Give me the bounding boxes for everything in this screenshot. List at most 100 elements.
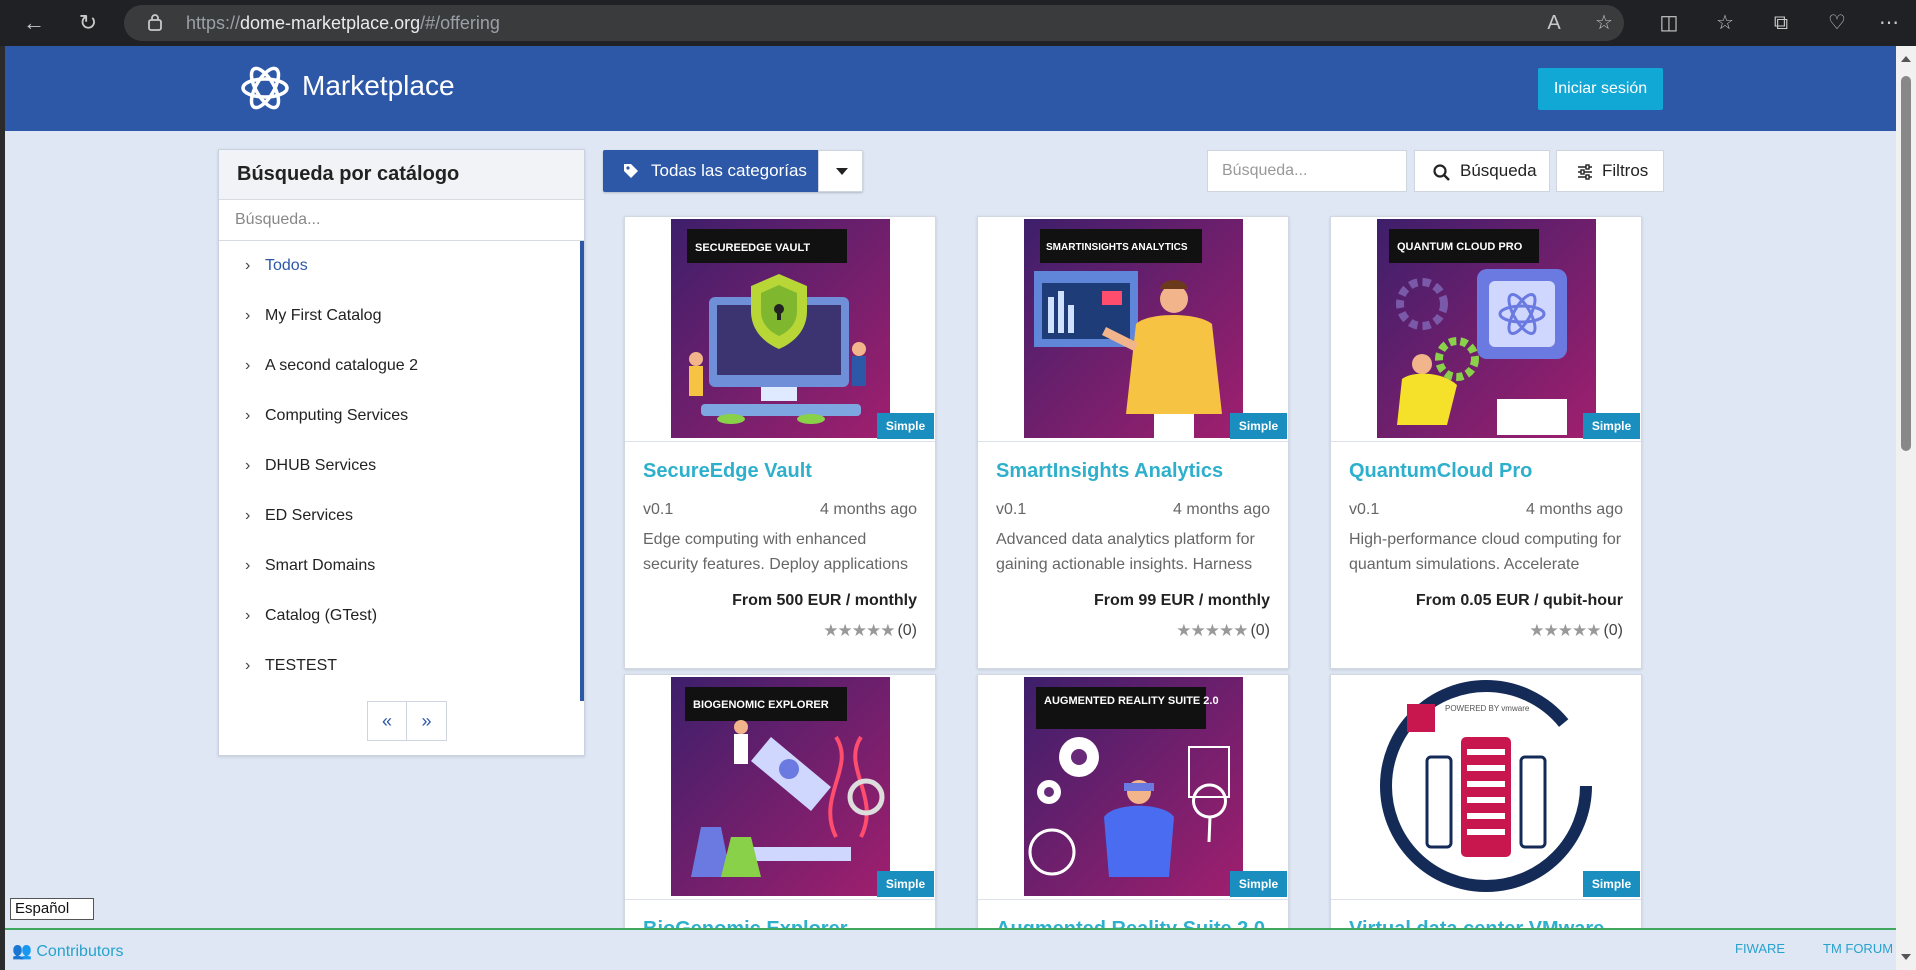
catalog-search-input[interactable]: Búsqueda...: [219, 200, 584, 241]
offering-title[interactable]: SmartInsights Analytics: [996, 460, 1223, 483]
offering-card[interactable]: BIOGENOMIC EXPLORER Simple BioGenomic Ex…: [624, 674, 936, 944]
page-scrollbar[interactable]: [1896, 46, 1916, 970]
sidebar-item-ed-services[interactable]: › ED Services: [219, 491, 580, 541]
address-bar[interactable]: https://dome-marketplace.org/#/offering: [124, 5, 1624, 41]
offering-title[interactable]: SecureEdge Vault: [643, 460, 812, 483]
offering-description: High-performance cloud computing for qua…: [1349, 531, 1622, 573]
category-dropdown[interactable]: Todas las categorías: [603, 150, 863, 192]
offering-price: From 99 EUR / monthly: [1093, 592, 1270, 609]
chevron-right-icon: ›: [245, 357, 251, 374]
sidebar-item-smart-domains[interactable]: › Smart Domains: [219, 541, 580, 591]
sidebar-item-computing-services[interactable]: › Computing Services: [219, 391, 580, 441]
offering-card[interactable]: SECUREEDGE VAULT Simple SecureEdge Vault…: [624, 216, 936, 669]
offering-artwork: SMARTINSIGHTS ANALYTICS: [1024, 219, 1243, 438]
offering-rating: ★★★★★ (0): [1529, 621, 1623, 640]
art-title: POWERED BY vmware: [1445, 704, 1530, 713]
favorites-icon[interactable]: ☆: [1712, 10, 1738, 36]
chevron-right-icon: ›: [245, 457, 251, 474]
catalog-list: › Todos › My First Catalog › A second catal…: [219, 241, 584, 701]
chevron-right-icon: ›: [245, 507, 251, 524]
type-badge: Simple: [1583, 413, 1640, 439]
catalog-sidebar: Búsqueda por catálogo Búsqueda... › Todos…: [218, 149, 585, 756]
chevron-right-icon: ›: [245, 257, 251, 274]
star-rating-icon: ★★★★★: [1529, 621, 1601, 640]
pager-prev-button[interactable]: «: [367, 701, 407, 741]
offering-image: AUGMENTED REALITY SUITE 2.0 Simple: [978, 675, 1288, 900]
offering-artwork: SECUREEDGE VAULT: [671, 219, 890, 438]
offering-artwork: POWERED BY vmware: [1377, 677, 1596, 896]
caret-down-icon[interactable]: [818, 150, 863, 192]
art-title: AUGMENTED REALITY SUITE 2.0: [1044, 695, 1219, 707]
pager-next-button[interactable]: »: [407, 701, 447, 741]
offering-image: SECUREEDGE VAULT Simple: [625, 217, 935, 442]
art-title: SECUREEDGE VAULT: [695, 242, 810, 254]
offering-artwork: BIOGENOMIC EXPLORER: [671, 677, 890, 896]
collections-icon[interactable]: ⧉: [1768, 10, 1794, 36]
offering-card[interactable]: QUANTUM CLOUD PRO Simple QuantumCloud Pr…: [1330, 216, 1642, 669]
fiware-link[interactable]: FIWARE: [1735, 941, 1785, 956]
sidebar-item-my-first-catalog[interactable]: › My First Catalog: [219, 291, 580, 341]
offering-description: Advanced data analytics platform for gai…: [996, 531, 1255, 573]
art-title: SMARTINSIGHTS ANALYTICS: [1046, 242, 1188, 253]
refresh-icon[interactable]: ↻: [72, 8, 104, 38]
search-button[interactable]: Búsqueda: [1414, 150, 1550, 192]
lock-icon: [148, 14, 162, 31]
chevron-right-icon: ›: [245, 657, 251, 674]
read-aloud-icon[interactable]: A: [1541, 10, 1567, 36]
health-icon[interactable]: ♡: [1824, 10, 1850, 36]
search-input[interactable]: Búsqueda...: [1207, 150, 1407, 192]
back-icon[interactable]: ←: [18, 8, 50, 38]
star-icon[interactable]: ☆: [1591, 10, 1617, 36]
offering-description: Edge computing with enhanced security fe…: [643, 531, 909, 573]
sidebar-title: Búsqueda por catálogo: [219, 150, 584, 200]
offering-card[interactable]: AUGMENTED REALITY SUITE 2.0 Simple Augme…: [977, 674, 1289, 944]
offering-card[interactable]: SMARTINSIGHTS ANALYTICS Simple SmartInsi…: [977, 216, 1289, 669]
offering-price: From 500 EUR / monthly: [732, 592, 917, 609]
offering-title[interactable]: QuantumCloud Pro: [1349, 460, 1532, 483]
offering-image: QUANTUM CLOUD PRO Simple: [1331, 217, 1641, 442]
language-select[interactable]: Español: [10, 898, 94, 920]
offering-version: v0.1: [1349, 501, 1380, 518]
offering-rating: ★★★★★ (0): [1176, 621, 1270, 640]
sidebar-item-catalog-gtest[interactable]: › Catalog (GTest): [219, 591, 580, 641]
tmforum-link[interactable]: TM FORUM: [1823, 941, 1893, 956]
type-badge: Simple: [877, 413, 934, 439]
offering-age: 4 months ago: [820, 501, 917, 518]
sidebar-item-dhub-services[interactable]: › DHUB Services: [219, 441, 580, 491]
users-icon: 👥: [12, 943, 32, 960]
type-badge: Simple: [1230, 413, 1287, 439]
site-footer: 👥 Contributors FIWARE TM FORUM: [5, 928, 1896, 970]
offering-age: 4 months ago: [1173, 501, 1270, 518]
login-button[interactable]: Iniciar sesión: [1538, 68, 1663, 110]
sliders-icon: [1578, 164, 1592, 180]
tag-icon: [624, 164, 638, 178]
brand-title[interactable]: Marketplace: [302, 70, 455, 102]
offering-age: 4 months ago: [1526, 501, 1623, 518]
offering-artwork: QUANTUM CLOUD PRO: [1377, 219, 1596, 438]
split-screen-icon[interactable]: ◫: [1656, 10, 1682, 36]
marketplace-logo-icon[interactable]: [239, 64, 291, 112]
more-icon[interactable]: ⋯: [1876, 10, 1902, 36]
scroll-down-icon[interactable]: [1901, 954, 1911, 960]
offering-version: v0.1: [996, 501, 1027, 518]
scroll-thumb[interactable]: [1901, 76, 1911, 451]
offering-image: POWERED BY vmware Simple: [1331, 675, 1641, 900]
catalog-pager: « »: [367, 701, 447, 741]
contributors-link[interactable]: 👥 Contributors: [12, 941, 124, 961]
category-label: Todas las categorías: [651, 161, 807, 180]
scroll-up-icon[interactable]: [1901, 56, 1911, 62]
sidebar-item-todos[interactable]: › Todos: [219, 241, 580, 291]
offering-card[interactable]: POWERED BY vmware Simple Virtual data ce…: [1330, 674, 1642, 944]
type-badge: Simple: [1583, 871, 1640, 897]
offering-price: From 0.05 EUR / qubit-hour: [1415, 592, 1623, 609]
sidebar-item-testest[interactable]: › TESTEST: [219, 641, 580, 691]
chevron-right-icon: ›: [245, 607, 251, 624]
offering-rating: ★★★★★ (0): [823, 621, 917, 640]
art-title: QUANTUM CLOUD PRO: [1397, 241, 1523, 253]
offering-image: SMARTINSIGHTS ANALYTICS Simple: [978, 217, 1288, 442]
type-badge: Simple: [877, 871, 934, 897]
filters-button[interactable]: Filtros: [1556, 150, 1664, 192]
type-badge: Simple: [1230, 871, 1287, 897]
sidebar-item-second-catalogue[interactable]: › A second catalogue 2: [219, 341, 580, 391]
star-rating-icon: ★★★★★: [823, 621, 895, 640]
